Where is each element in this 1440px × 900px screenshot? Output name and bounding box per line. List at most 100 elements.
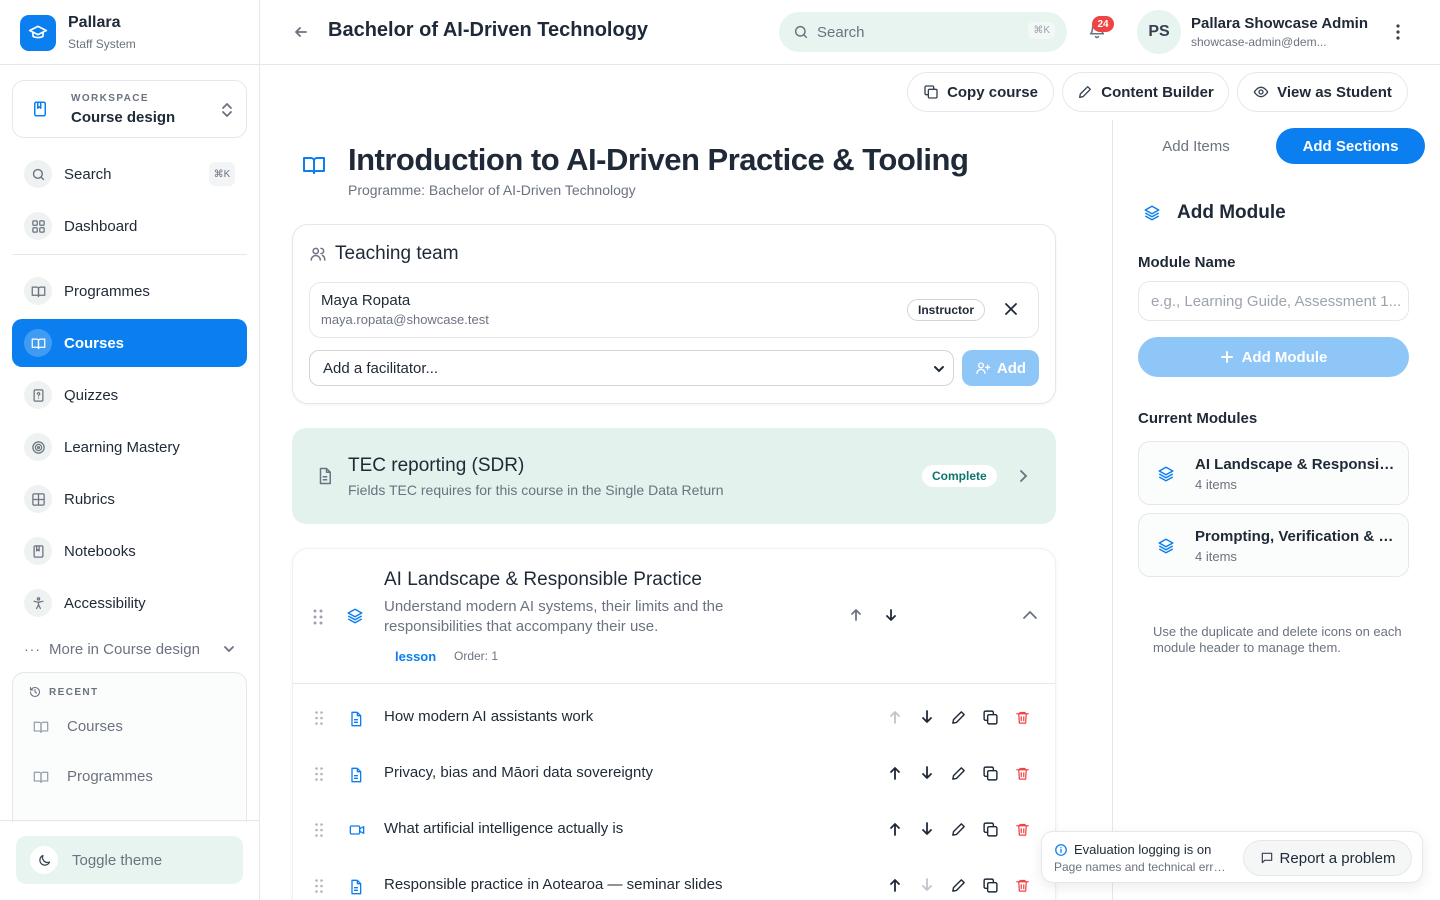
module-item-label: How modern AI assistants work xyxy=(384,708,594,725)
drag-handle-icon[interactable] xyxy=(315,711,323,725)
module-order: Order: 1 xyxy=(454,649,499,663)
trash-icon[interactable] xyxy=(1015,877,1030,894)
search-icon xyxy=(794,25,808,39)
tec-reporting-card[interactable]: TEC reporting (SDR) Fields TEC requires … xyxy=(292,428,1056,524)
module-item-row[interactable]: What artificial intelligence actually is xyxy=(293,802,1055,858)
arrow-up-icon[interactable] xyxy=(849,608,863,622)
sidebar-item-notebooks[interactable]: Notebooks xyxy=(12,527,247,575)
sidebar-item-label: Notebooks xyxy=(64,542,136,560)
tab-add-sections[interactable]: Add Sections xyxy=(1276,128,1425,164)
module-item-row[interactable]: Responsible practice in Aotearoa — semin… xyxy=(293,858,1055,900)
notebook-icon xyxy=(24,537,52,565)
module-item-label: Privacy, bias and Māori data sovereignty xyxy=(384,764,654,781)
trash-icon[interactable] xyxy=(1015,765,1030,782)
book-open-icon xyxy=(33,721,49,733)
copy-icon[interactable] xyxy=(982,765,999,782)
chevron-right-icon xyxy=(1020,470,1028,482)
add-module-button[interactable]: Add Module xyxy=(1138,337,1409,377)
trash-icon[interactable] xyxy=(1015,821,1030,838)
avatar[interactable]: PS xyxy=(1137,10,1181,54)
arrow-down-icon[interactable] xyxy=(920,821,934,837)
facilitator-select[interactable]: Add a facilitator... xyxy=(309,350,954,386)
search-input[interactable]: Search ⌘K xyxy=(779,12,1067,52)
arrow-down-icon[interactable] xyxy=(920,765,934,781)
course-title: Introduction to AI-Driven Practice & Too… xyxy=(348,142,969,177)
user-name: Pallara Showcase Admin xyxy=(1191,15,1369,32)
arrow-up-icon[interactable] xyxy=(888,709,902,725)
module-item-row[interactable]: How modern AI assistants work xyxy=(293,690,1055,746)
recent-item-courses[interactable]: Courses xyxy=(33,718,123,735)
sidebar-item-rubrics[interactable]: Rubrics xyxy=(12,475,247,523)
trash-icon[interactable] xyxy=(1015,709,1030,726)
sidebar-item-label: Programmes xyxy=(64,282,150,300)
module-list-title: Prompting, Verification & Practice xyxy=(1195,528,1400,545)
sidebar-item-programmes[interactable]: Programmes xyxy=(12,267,247,315)
module-list-item[interactable]: AI Landscape & Responsible Practice 4 it… xyxy=(1138,441,1409,505)
module-name-input[interactable]: e.g., Learning Guide, Assessment 1... xyxy=(1138,281,1409,321)
recent-item-programmes[interactable]: Programmes xyxy=(33,768,153,785)
sidebar-item-quizzes[interactable]: Quizzes xyxy=(12,371,247,419)
brand[interactable]: Pallara Staff System xyxy=(20,14,136,51)
arrow-down-icon[interactable] xyxy=(884,608,898,622)
graduation-cap-icon xyxy=(20,14,56,51)
accessibility-icon xyxy=(24,589,52,617)
module-item-row[interactable]: Privacy, bias and Māori data sovereignty xyxy=(293,746,1055,802)
module-name-label: Module Name xyxy=(1138,254,1236,271)
pencil-icon[interactable] xyxy=(950,821,967,838)
copy-icon[interactable] xyxy=(982,877,999,894)
arrow-up-icon[interactable] xyxy=(888,877,902,893)
chevron-up-icon[interactable] xyxy=(1022,608,1038,622)
arrow-up-icon[interactable] xyxy=(888,765,902,781)
sidebar-item-learning-mastery[interactable]: Learning Mastery xyxy=(12,423,247,471)
drag-handle-icon[interactable] xyxy=(315,879,323,893)
copy-course-button[interactable]: Copy course xyxy=(907,72,1054,112)
tab-add-items[interactable]: Add Items xyxy=(1123,128,1269,164)
report-problem-button[interactable]: Report a problem xyxy=(1243,840,1412,876)
recent-title: RECENT xyxy=(29,686,99,698)
pencil-icon[interactable] xyxy=(950,765,967,782)
drag-handle-icon[interactable] xyxy=(313,609,323,625)
sidebar-item-accessibility[interactable]: Accessibility xyxy=(12,579,247,627)
drag-handle-icon[interactable] xyxy=(315,767,323,781)
member-email: maya.ropata@showcase.test xyxy=(321,312,489,327)
close-icon[interactable] xyxy=(1004,302,1018,316)
pencil-icon[interactable] xyxy=(950,877,967,894)
users-icon xyxy=(310,247,326,261)
target-icon xyxy=(24,433,52,461)
layers-icon xyxy=(1158,466,1174,482)
sidebar: Pallara Staff System WORKSPACE Course de… xyxy=(0,0,260,900)
copy-icon[interactable] xyxy=(982,709,999,726)
layers-icon xyxy=(1158,538,1174,554)
dashboard-grid-icon xyxy=(24,212,52,240)
status-badge: Complete xyxy=(922,465,997,487)
module-description: Understand modern AI systems, their limi… xyxy=(384,598,724,635)
sidebar-item-dashboard[interactable]: Dashboard xyxy=(12,202,247,250)
add-sections-panel: Add Items Add Sections Add Module Module… xyxy=(1112,120,1440,900)
video-icon xyxy=(349,825,365,835)
search-placeholder: Search xyxy=(817,23,865,41)
view-as-student-button[interactable]: View as Student xyxy=(1237,72,1408,112)
content-builder-button[interactable]: Content Builder xyxy=(1062,72,1229,112)
notification-badge: 24 xyxy=(1092,16,1114,32)
tec-title: TEC reporting (SDR) xyxy=(348,455,525,476)
arrow-down-icon[interactable] xyxy=(920,709,934,725)
shortcut-hint: ⌘K xyxy=(209,162,235,186)
back-arrow-icon[interactable] xyxy=(293,24,309,40)
arrow-down-icon[interactable] xyxy=(920,877,934,893)
add-facilitator-button[interactable]: Add xyxy=(962,350,1039,386)
drag-handle-icon[interactable] xyxy=(315,823,323,837)
workspace-switcher[interactable]: WORKSPACE Course design xyxy=(12,80,247,138)
module-item-label: What artificial intelligence actually is xyxy=(384,820,624,837)
message-square-icon xyxy=(1261,852,1272,864)
arrow-up-icon[interactable] xyxy=(888,821,902,837)
more-vertical-icon[interactable] xyxy=(1391,22,1405,42)
pencil-icon[interactable] xyxy=(950,709,967,726)
copy-icon[interactable] xyxy=(982,821,999,838)
history-icon xyxy=(29,686,41,698)
sidebar-item-search[interactable]: Search ⌘K xyxy=(12,150,247,198)
book-open-icon xyxy=(24,277,52,305)
more-menu-toggle[interactable]: ··· More in Course design xyxy=(24,636,239,662)
module-list-item[interactable]: Prompting, Verification & Practice 4 ite… xyxy=(1138,513,1409,577)
toggle-theme-button[interactable]: Toggle theme xyxy=(16,836,243,884)
sidebar-item-courses[interactable]: Courses xyxy=(12,319,247,367)
